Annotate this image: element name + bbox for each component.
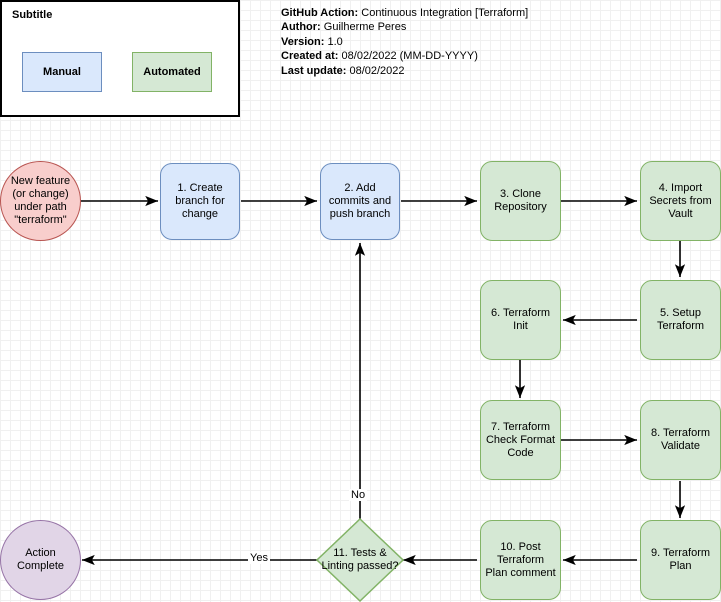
edge-label-yes: Yes (248, 552, 270, 564)
meta-label-updated: Last update: (281, 64, 347, 77)
node-end-action-complete[interactable]: Action Complete (0, 520, 81, 600)
meta-value-author: Guilherme Peres (323, 21, 407, 34)
flowchart-canvas: Subtitle Manual Automated GitHub Action:… (0, 0, 721, 602)
meta-label-author: Author: (281, 21, 321, 34)
node-8-terraform-validate[interactable]: 8. Terraform Validate (640, 400, 721, 480)
meta-label-action: GitHub Action: (281, 7, 359, 19)
node-start[interactable]: New feature (or change) under path "terr… (0, 161, 81, 241)
meta-value-action: Continuous Integration [Terraform] (361, 7, 529, 19)
document-metadata: GitHub Action: Continuous Integration [T… (281, 6, 528, 78)
node-9-terraform-plan[interactable]: 9. Terraform Plan (640, 520, 721, 600)
node-11-label: 11. Tests & Linting passed? (321, 547, 399, 572)
legend-title: Subtitle (12, 9, 53, 21)
meta-row-action: GitHub Action: Continuous Integration [T… (281, 6, 528, 20)
legend-chip-automated: Automated (132, 52, 212, 92)
meta-label-created: Created at: (281, 50, 339, 63)
legend-chip-manual: Manual (22, 52, 102, 92)
node-2-add-commits[interactable]: 2. Add commits and push branch (320, 163, 400, 240)
edge-label-no: No (349, 489, 368, 501)
meta-value-created: 08/02/2022 (MM-DD-YYYY) (341, 50, 478, 63)
meta-row-author: Author: Guilherme Peres (281, 20, 528, 34)
node-1-create-branch[interactable]: 1. Create branch for change (160, 163, 240, 240)
node-10-post-plan-comment[interactable]: 10. Post Terraform Plan comment (480, 520, 561, 600)
node-3-clone-repository[interactable]: 3. Clone Repository (480, 161, 561, 241)
meta-value-version: 1.0 (327, 35, 343, 48)
legend-box: Subtitle Manual Automated (0, 0, 240, 117)
node-5-setup-terraform[interactable]: 5. Setup Terraform (640, 280, 721, 360)
node-6-terraform-init[interactable]: 6. Terraform Init (480, 280, 561, 360)
meta-label-version: Version: (281, 35, 325, 48)
node-11-tests-linting-decision[interactable]: 11. Tests & Linting passed? (316, 518, 404, 602)
meta-value-updated: 08/02/2022 (349, 64, 405, 77)
node-4-import-secrets[interactable]: 4. Import Secrets from Vault (640, 161, 721, 241)
node-7-check-format-code[interactable]: 7. Terraform Check Format Code (480, 400, 561, 480)
meta-row-version: Version: 1.0 (281, 35, 528, 49)
meta-row-created: Created at: 08/02/2022 (MM-DD-YYYY) (281, 49, 528, 63)
meta-row-updated: Last update: 08/02/2022 (281, 64, 528, 78)
